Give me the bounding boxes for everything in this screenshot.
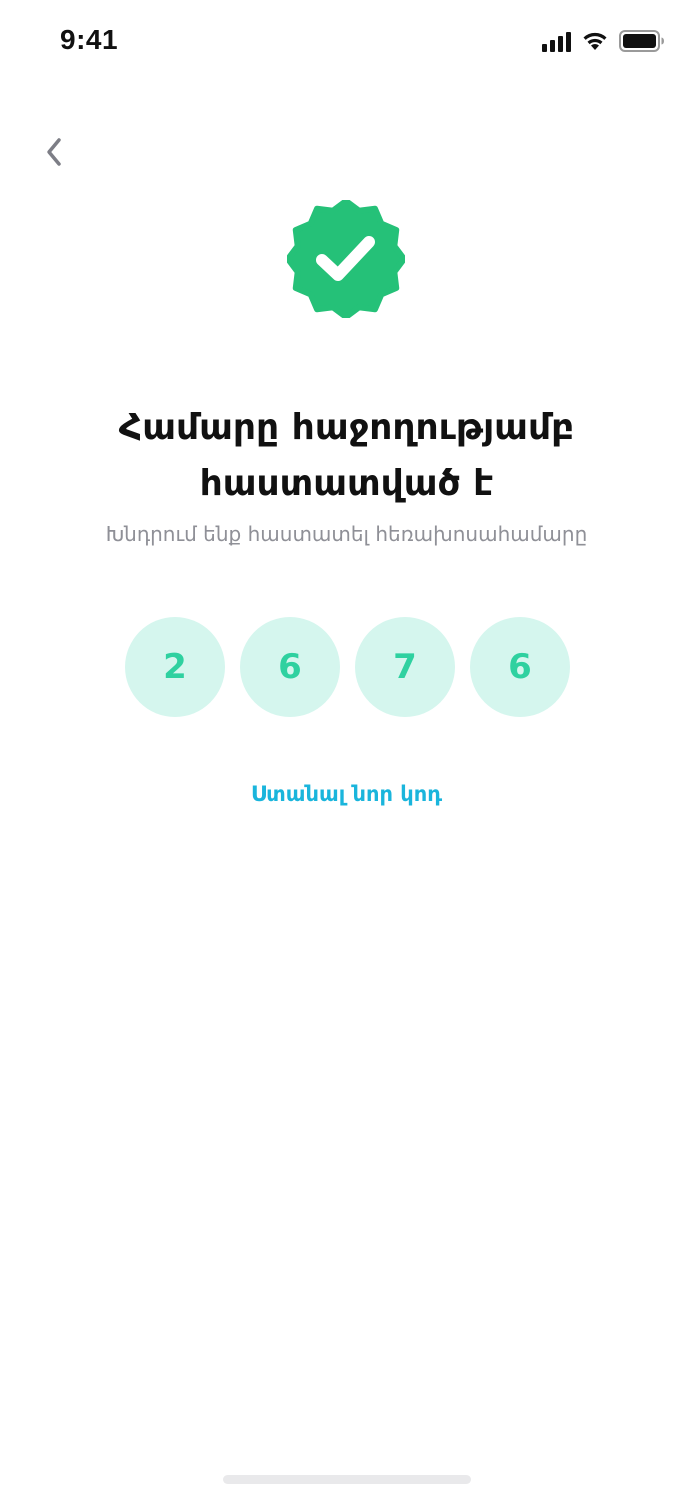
code-digit-3: 7 (355, 617, 455, 717)
home-indicator (223, 1475, 471, 1484)
signal-icon (542, 30, 571, 52)
back-button[interactable] (34, 130, 74, 174)
status-time: 9:41 (60, 24, 119, 55)
code-digit-1: 2 (125, 617, 225, 717)
verified-check-badge-icon (287, 200, 405, 318)
code-digit-4: 6 (470, 617, 570, 717)
title-line-2: հաստատված է (199, 463, 494, 504)
status-icons (542, 30, 665, 52)
verification-screen: 9:41 Համարը հաջողությամբ հաստատված է Խնդ… (0, 0, 693, 1500)
subtitle: Խնդրում ենք հաստատել հեռախոսահամարը (105, 522, 588, 546)
battery-icon (619, 30, 664, 52)
chevron-left-icon (47, 138, 61, 166)
resend-code-link[interactable]: Ստանալ նոր կոդ (0, 782, 693, 806)
wifi-icon (583, 32, 607, 50)
page-title: Համարը հաջողությամբ հաստատված է (0, 400, 693, 512)
code-digit-2: 6 (240, 617, 340, 717)
verification-code: 2 6 7 6 (125, 617, 570, 717)
title-line-1: Համարը հաջողությամբ (118, 407, 575, 448)
